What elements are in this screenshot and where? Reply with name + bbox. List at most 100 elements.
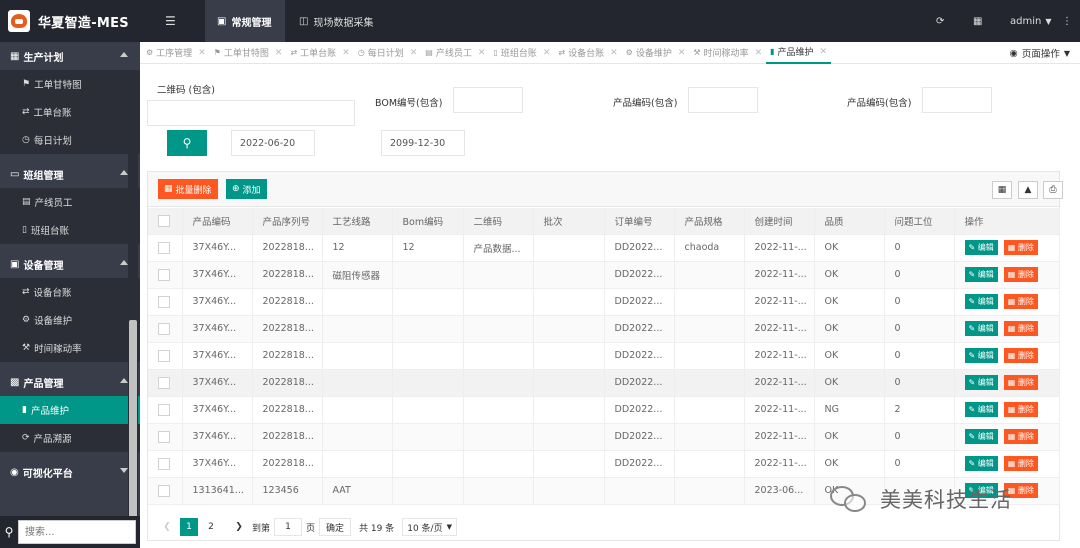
page-tab-work-order-ledger[interactable]: ⇄ 工单台账 ✕ [286,42,353,64]
row-select-cell[interactable] [148,234,183,262]
close-icon[interactable]: ✕ [755,48,763,58]
sidebar-group-product[interactable]: ▩ 产品管理 [0,368,140,396]
column-header[interactable]: Bom编码 [392,208,464,235]
goto-confirm-button[interactable]: 确定 [319,518,352,536]
sidebar-group-visualization[interactable]: ◉ 可视化平台 [0,458,140,486]
row-select-cell[interactable] [148,369,183,397]
delete-button[interactable]: ▦ 删除 [1003,321,1038,336]
table-row[interactable]: 37X46Y... 2022818... DD2022... 2022-11-... O… [148,450,1060,478]
column-header[interactable]: 二维码 [463,208,534,235]
page-operations-menu[interactable]: ◉ 页面操作 ▼ [1010,42,1070,64]
row-checkbox[interactable] [158,268,170,281]
table-row[interactable]: 37X46Y... 2022818... DD2022... 2022-11-... O… [148,315,1060,343]
column-header[interactable]: 产品规格 [674,208,745,235]
page-tab-daily-plan[interactable]: ◷ 每日计划 ✕ [354,42,422,64]
columns-icon[interactable]: ▦ [992,181,1012,199]
row-select-cell[interactable] [148,477,183,505]
edit-button[interactable]: ✎ 编辑 [964,456,998,471]
delete-button[interactable]: ▦ 删除 [1003,375,1038,390]
close-icon[interactable]: ✕ [820,47,828,57]
page-tab-process[interactable]: ⚙ 工序管理 ✕ [142,42,210,64]
sidebar-item-line-staff[interactable]: ▤ 产线员工 [0,188,140,216]
sidebar-scroll-thumb[interactable] [129,320,137,540]
goto-page-input[interactable]: 1 [274,518,303,536]
sidebar-item-equipment-ledger[interactable]: ⇄ 设备台账 [0,278,140,306]
menu-toggle-icon[interactable]: ☰ [165,14,183,28]
bom-filter-input[interactable] [453,87,523,113]
edit-button[interactable]: ✎ 编辑 [964,267,998,282]
topnav-tab-general[interactable]: ▣ 常规管理 [205,0,285,42]
row-select-cell[interactable] [148,450,183,478]
row-checkbox[interactable] [158,376,170,389]
topnav-tab-data-collection[interactable]: ◫ 现场数据采集 [287,0,385,42]
table-row[interactable]: 37X46Y... 2022818... DD2022... 2022-11-... N… [148,396,1060,424]
column-header[interactable]: 产品序列号 [252,208,323,235]
row-select-cell[interactable] [148,261,183,289]
delete-button[interactable]: ▦ 删除 [1003,456,1038,471]
close-icon[interactable]: ✕ [478,48,486,58]
search-button[interactable]: ⚲ [167,130,207,156]
column-header[interactable]: 问题工位 [884,208,955,235]
sidebar-item-gantt[interactable]: ⚑ 工单甘特图 [0,70,140,98]
sidebar-group-production-plan[interactable]: ▦ 生产计划 [0,42,140,70]
delete-button[interactable]: ▦ 删除 [1003,240,1038,255]
page-number[interactable]: 1 [180,518,198,536]
sidebar-item-daily-plan[interactable]: ◷ 每日计划 [0,126,140,154]
close-icon[interactable]: ✕ [410,48,418,58]
page-size-select[interactable]: 10 条/页 ▼ [402,518,457,536]
prev-page-icon[interactable]: ❮ [158,518,176,536]
column-header[interactable]: 创建时间 [744,208,815,235]
row-checkbox[interactable] [158,403,170,416]
page-tab-gantt[interactable]: ⚑ 工单甘特图 ✕ [210,42,287,64]
batch-delete-button[interactable]: ▦ 批量删除 [158,179,218,199]
column-header[interactable]: 工艺线路 [322,208,393,235]
edit-button[interactable]: ✎ 编辑 [964,402,998,417]
date-start-input[interactable]: 2022-06-20 [231,130,315,156]
user-menu[interactable]: admin ▼ [1010,0,1052,42]
table-row[interactable]: 37X46Y... 2022818... DD2022... 2022-11-... O… [148,342,1060,370]
sidebar-item-work-order-ledger[interactable]: ⇄ 工单台账 [0,98,140,126]
edit-button[interactable]: ✎ 编辑 [964,321,998,336]
page-number[interactable]: 2 [202,518,220,536]
column-header[interactable]: 产品编码 [182,208,253,235]
close-icon[interactable]: ✕ [678,48,686,58]
edit-button[interactable]: ✎ 编辑 [964,375,998,390]
page-tab-utilization[interactable]: ⚒ 时间稼动率 ✕ [689,42,766,64]
delete-button[interactable]: ▦ 删除 [1003,402,1038,417]
column-header[interactable]: 订单编号 [604,208,675,235]
delete-button[interactable]: ▦ 删除 [1003,294,1038,309]
table-row[interactable]: 37X46Y... 2022818... 12 12 产品数据... DD2022... c… [148,234,1060,262]
product-code-filter-input[interactable] [922,87,992,113]
edit-button[interactable]: ✎ 编辑 [964,294,998,309]
next-page-icon[interactable]: ❯ [230,518,248,536]
select-all-checkbox[interactable] [158,214,170,227]
sidebar-item-team-ledger[interactable]: ▯ 班组台账 [0,216,140,244]
column-header[interactable]: 品质 [814,208,885,235]
row-select-cell[interactable] [148,342,183,370]
page-tab-equipment-ledger[interactable]: ⇄ 设备台账 ✕ [554,42,621,64]
close-icon[interactable]: ✕ [198,48,206,58]
row-checkbox[interactable] [158,484,170,497]
row-checkbox[interactable] [158,295,170,308]
brand[interactable]: 华夏智造-MES [0,0,140,42]
sidebar-item-product-maintenance[interactable]: ▮ 产品维护 [0,396,140,424]
sidebar-group-team[interactable]: ▭ 班组管理 [0,160,140,188]
row-select-cell[interactable] [148,315,183,343]
trash-icon[interactable]: ▦ [973,0,982,42]
column-header[interactable]: 批次 [533,208,605,235]
row-checkbox[interactable] [158,349,170,362]
delete-button[interactable]: ▦ 删除 [1003,267,1038,282]
sidebar-group-equipment[interactable]: ▣ 设备管理 [0,250,140,278]
close-icon[interactable]: ✕ [275,48,283,58]
page-tab-line-staff[interactable]: ▤ 产线员工 ✕ [421,42,489,64]
close-icon[interactable]: ✕ [543,48,551,58]
table-row[interactable]: 37X46Y... 2022818... 磁阻传感器 DD2022... 2022-11… [148,261,1060,289]
edit-button[interactable]: ✎ 编辑 [964,348,998,363]
row-select-cell[interactable] [148,288,183,316]
row-select-cell[interactable] [148,423,183,451]
close-icon[interactable]: ✕ [342,48,350,58]
product-serial-filter-input[interactable] [688,87,758,113]
add-button[interactable]: ⊕ 添加 [226,179,267,199]
qrcode-filter-input[interactable] [147,100,355,126]
row-checkbox[interactable] [158,241,170,254]
